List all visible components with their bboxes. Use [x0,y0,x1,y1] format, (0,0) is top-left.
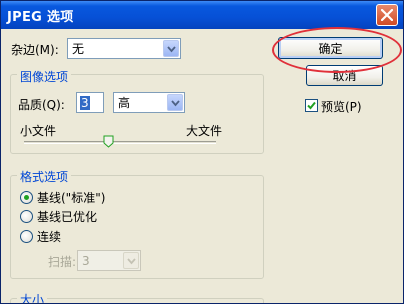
radio-baseline-standard[interactable] [20,191,33,204]
title-bar: JPEG 选项 [1,1,403,29]
dropdown-button[interactable] [123,252,139,269]
dropdown-button[interactable] [163,40,179,57]
image-options-legend: 图像选项 [17,68,72,85]
quality-value: 3 [80,95,90,110]
quality-preset-value: 高 [118,96,131,110]
small-file-label: 小文件 [20,124,57,138]
jpeg-options-dialog: JPEG 选项 杂边(M): 无 图像选项 品质(Q): 3 高 小文件 大文件… [0,0,404,304]
scans-label: 扫描: [48,255,77,269]
scans-select[interactable]: 3 [77,250,141,271]
radio-progressive[interactable] [20,230,33,243]
chevron-down-icon [167,46,176,53]
close-button[interactable] [376,4,398,26]
size-legend: 大小 [17,291,48,303]
quality-preset-select[interactable]: 高 [113,92,185,113]
quality-field[interactable]: 3 [76,92,104,113]
option-baseline-optimized-label: 基线已优化 [37,210,98,224]
format-options-legend: 格式选项 [17,168,72,185]
size-group [10,298,264,303]
radio-baseline-optimized[interactable] [20,210,33,223]
quality-label: 品质(Q): [18,98,65,112]
chevron-down-icon [127,258,136,265]
option-progressive-label: 连续 [37,230,62,244]
close-icon [381,9,393,21]
ok-button-label: 确定 [318,41,343,56]
cancel-button-label: 取消 [332,69,357,83]
ok-button[interactable]: 确定 [278,37,383,59]
matte-select[interactable]: 无 [67,38,181,59]
check-icon [307,101,316,110]
dropdown-button[interactable] [167,94,183,111]
large-file-label: 大文件 [186,124,223,138]
scans-value: 3 [82,253,90,268]
preview-checkbox[interactable] [305,99,318,112]
quality-slider-track[interactable] [24,141,216,144]
quality-slider-thumb[interactable] [103,135,114,148]
preview-label: 预览(P) [321,100,362,114]
chevron-down-icon [171,100,180,107]
window-title: JPEG 选项 [7,9,74,25]
matte-label: 杂边(M): [11,43,59,57]
cancel-button[interactable]: 取消 [306,65,383,86]
option-baseline-standard-label: 基线("标准") [37,191,106,205]
matte-value: 无 [72,42,85,56]
